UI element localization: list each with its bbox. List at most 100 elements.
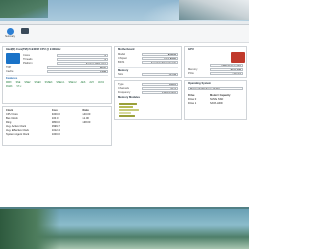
clock-cell-a: 3800.0 — [51, 121, 60, 124]
motherboard-panel: Motherboard Model B365M Chipset Intel B3… — [114, 46, 182, 78]
features-title: Features — [6, 77, 18, 80]
clock-row[interactable]: Ring 3800.0 x38.00 — [6, 121, 108, 124]
memory-title: Memory — [118, 69, 129, 72]
clock-row[interactable]: System Agent Clock 1000.0 — [6, 133, 108, 136]
drives-header-col: Model / Capacity — [210, 94, 231, 97]
cpu-row-key: TDP — [6, 66, 12, 70]
cpu-row-value: 65 W — [46, 66, 108, 70]
cpu-row-key: Cores — [23, 54, 30, 58]
divider — [118, 67, 178, 68]
memory-modules-title: Memory Modules — [118, 96, 140, 99]
motherboard-row-key: Model — [118, 53, 126, 57]
clock-cell-b: x38.00 — [82, 121, 91, 124]
gpu-panel: GPU AMD Radeon RX Memory 8192 MB PCIe x1… — [184, 46, 247, 78]
cpu-row: TDP 65 W — [6, 66, 108, 70]
monitor-button[interactable] — [19, 28, 31, 40]
motherboard-row-key: BIOS — [118, 61, 125, 65]
clock-row[interactable]: Avg. Active Clock 3999.7 — [6, 125, 108, 128]
feature-item: SSE4.1 — [56, 81, 65, 84]
cpu-row-value: 6 — [57, 54, 108, 58]
memory-row: Frequency 1333.0 MHz — [118, 91, 178, 95]
clock-cell-a: 4000.0 — [51, 113, 60, 116]
memory-row-key: Size — [118, 73, 124, 77]
gpu-row-key: Memory — [188, 68, 198, 72]
clock-row[interactable]: Bus Clock 100.0 x1.00 — [6, 117, 108, 120]
cpu-row: Cores 6 — [23, 54, 108, 58]
feature-item: AVX — [89, 81, 94, 84]
memory-module-bar — [119, 103, 137, 105]
feature-item: SSSE3 — [44, 81, 53, 84]
os-value: Microsoft Windows 10 Pro — [188, 87, 243, 91]
memory-row-key: Frequency — [118, 91, 131, 95]
clock-cell-name: CPU Core — [6, 113, 18, 116]
clock-cell-a: 1000.0 — [51, 133, 60, 136]
summary-button[interactable]: Summary — [4, 28, 16, 40]
cpu-row-key: Cache — [6, 70, 14, 74]
memory-row-key: Channels — [118, 87, 129, 91]
clock-row[interactable]: Avg. Effective Clock 1012.4 — [6, 129, 108, 132]
gpu-row: AMD Radeon RX — [188, 64, 243, 68]
cpu-row-value: Socket 1151 LGA — [57, 62, 108, 66]
memory-row-value: 16 GB — [142, 73, 178, 77]
drives-header: Drive Model / Capacity — [188, 94, 243, 97]
memory-row: Channels Dual — [118, 87, 178, 91]
clock-cell-a: 3999.7 — [51, 125, 60, 128]
wallpaper-shore — [0, 209, 60, 249]
cpu-row: Platform Socket 1151 LGA — [23, 62, 108, 66]
feature-item: SSE2 — [24, 81, 31, 84]
drive-row[interactable]: Drive 0 NVMe SSD — [188, 98, 243, 101]
memory-row-value: Dual — [142, 87, 178, 91]
clock-cell-name: Avg. Effective Clock — [6, 129, 29, 132]
drive-name: Drive 1 — [188, 102, 197, 105]
memory-row-value: 1333.0 MHz — [142, 91, 178, 95]
feature-item: SSE — [15, 81, 21, 84]
gpu-row-value: AMD Radeon RX — [210, 64, 243, 68]
gpu-row-value: 8192 MB — [210, 68, 243, 72]
drive-value: NVMe SSD — [210, 98, 224, 101]
clocks-header: Clock Core Ratio — [6, 109, 108, 112]
clock-cell-name: Bus Clock — [6, 117, 18, 120]
feature-item: FMA3 — [6, 84, 13, 88]
os-panel: Operating System Microsoft Windows 10 Pr… — [184, 80, 247, 120]
gpu-row-key: PCIe — [188, 72, 194, 76]
clock-cell-b — [82, 125, 108, 128]
memory-row: Type DDR4 — [118, 83, 178, 87]
feature-item: SSE3 — [34, 81, 41, 84]
wallpaper-cliff-right — [179, 0, 249, 20]
feature-item: SSE4.2 — [68, 81, 77, 84]
motherboard-row-value: Intel B365 — [142, 57, 178, 61]
feature-item: VT-x — [16, 84, 22, 88]
motherboard-row: Chipset Intel B365 — [118, 57, 178, 61]
drive-value: SATA HDD — [210, 102, 223, 105]
toolbar: Summary — [0, 25, 249, 43]
wallpaper-cliff-left — [0, 0, 48, 18]
monitor-icon — [21, 28, 29, 34]
clock-cell-name: Ring — [6, 121, 12, 124]
drive-row[interactable]: Drive 1 SATA HDD — [188, 102, 243, 105]
cpu-row-key: Threads — [23, 58, 33, 62]
clock-cell-b: x40.00 — [82, 113, 91, 116]
clock-cell-name: Avg. Active Clock — [6, 125, 26, 128]
cpu-row-value: 6 — [57, 58, 108, 62]
cpu-panel: Intel(R) Core(TM) i5-9400F CPU @ 2.90GHz… — [2, 46, 112, 104]
memory-row-key: Type — [118, 83, 124, 87]
cpu-row: Threads 6 — [23, 58, 108, 62]
clocks-panel: Clock Core Ratio CPU Core 4000.0 x40.00 Bus… — [2, 106, 112, 146]
clock-row[interactable]: CPU Core 4000.0 x40.00 — [6, 113, 108, 116]
summary-icon — [6, 28, 14, 35]
clock-cell-b — [82, 129, 108, 132]
drive-name: Drive 0 — [188, 98, 197, 101]
clock-cell-a: 100.0 — [51, 117, 59, 120]
feature-item: MMX — [6, 81, 12, 84]
gpu-row: Memory 8192 MB — [188, 68, 243, 72]
cpu-row: Cache 9 MB — [6, 70, 108, 74]
motherboard-row: Model B365M — [118, 53, 178, 57]
memory-module-bar — [119, 112, 131, 114]
clocks-header-col: Core — [51, 109, 58, 112]
clock-cell-name: System Agent Clock — [6, 133, 30, 136]
clocks-header-col: Clock — [6, 109, 14, 112]
memory-module-bar — [119, 106, 133, 108]
clock-cell-b: x1.00 — [82, 117, 89, 120]
memory-row-value: DDR4 — [142, 83, 178, 87]
motherboard-row-value: B365M — [142, 53, 178, 57]
